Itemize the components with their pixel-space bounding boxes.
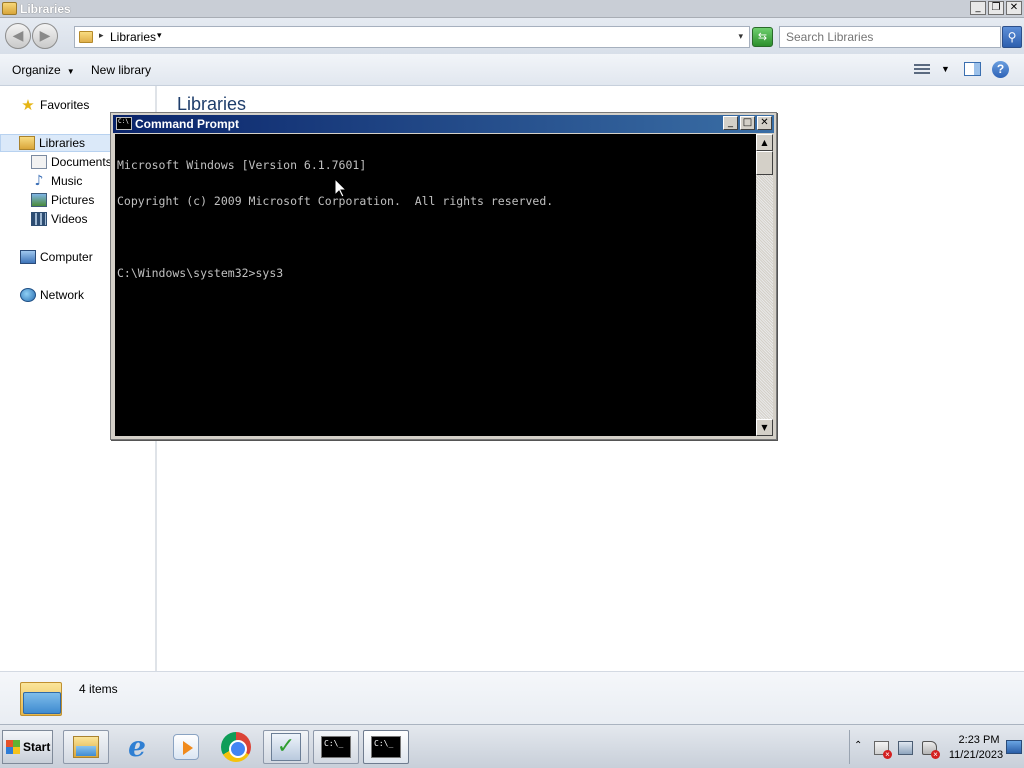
sidebar-item-label: Computer (40, 250, 93, 264)
videos-icon (31, 212, 47, 226)
windows-logo-icon (6, 740, 20, 754)
sidebar-item-network[interactable]: Network (20, 286, 84, 304)
show-desktop-icon[interactable] (1006, 740, 1022, 754)
computer-icon (20, 250, 36, 264)
taskbar: Start e ✓ C:\_ C:\_ ⌃ 2:23 PM 11/21/2023 (0, 724, 1024, 768)
search-box[interactable] (779, 26, 1001, 48)
clock-date[interactable]: 11/21/2023 (946, 749, 1006, 761)
libraries-icon (19, 136, 35, 150)
action-center-flag-icon[interactable] (874, 741, 892, 759)
sidebar-item-favorites[interactable]: ★ Favorites (20, 96, 89, 114)
item-count: 4 items (79, 682, 118, 696)
documents-icon (31, 155, 47, 169)
network-icon (20, 288, 36, 302)
address-row: ◀ ▶ ▸ Libraries ▾ ▾ ⇆ ⚲ (0, 18, 1024, 54)
sidebar-item-label: Libraries (39, 136, 86, 150)
command-prompt-icon: C:\_ (371, 736, 401, 758)
clock-time[interactable]: 2:23 PM (954, 734, 1004, 746)
organize-caret-icon: ▼ (66, 67, 75, 76)
scroll-down-button[interactable]: ▼ (756, 419, 773, 436)
console-line: Microsoft Windows [Version 6.1.7601] (117, 158, 367, 172)
back-button[interactable]: ◀ (5, 23, 31, 49)
libraries-folder-icon (2, 2, 17, 15)
media-player-icon (173, 734, 199, 760)
organize-label: Organize (12, 63, 61, 77)
command-prompt-window[interactable]: C:\ Command Prompt _ □ ✕ Microsoft Windo… (110, 112, 777, 440)
breadcrumb-separator[interactable]: ▸ (99, 30, 104, 41)
details-pane: 4 items (0, 671, 1024, 724)
explorer-window-title: Libraries (20, 2, 71, 16)
restore-button[interactable]: ❐ (988, 1, 1004, 15)
sidebar-item-label: Pictures (51, 193, 95, 207)
start-label: Start (23, 740, 51, 754)
star-icon: ★ (21, 96, 35, 114)
command-prompt-icon: C:\_ (321, 736, 351, 758)
minimize-button[interactable]: _ (970, 1, 986, 15)
explorer-titlebar: Libraries _ ❐ ✕ (0, 0, 1024, 18)
sidebar-item-computer[interactable]: Computer (20, 248, 93, 266)
command-bar: Organize ▼ New library ▼ ? (0, 54, 1024, 86)
cmd-titlebar[interactable]: C:\ Command Prompt _ □ ✕ (113, 115, 774, 133)
address-history-dropdown[interactable]: ▾ (738, 31, 743, 42)
help-icon[interactable]: ? (992, 61, 1009, 78)
scroll-up-button[interactable]: ▲ (756, 134, 773, 151)
search-icon[interactable]: ⚲ (1002, 26, 1022, 48)
sidebar-item-pictures[interactable]: Pictures (31, 191, 94, 209)
taskbar-cmd-button-2[interactable]: C:\_ (363, 730, 409, 764)
sidebar-item-label: Favorites (40, 98, 90, 112)
taskbar-chrome-button[interactable] (213, 730, 259, 764)
cmd-window-title: Command Prompt (135, 117, 240, 131)
sidebar-item-documents[interactable]: Documents (31, 153, 112, 171)
start-button[interactable]: Start (2, 730, 53, 764)
taskbar-media-player-button[interactable] (163, 730, 209, 764)
cmd-vertical-scrollbar[interactable]: ▲ ▼ (756, 134, 773, 436)
chrome-icon (221, 732, 251, 762)
breadcrumb-libraries[interactable]: Libraries (110, 30, 156, 44)
taskbar-cmd-button-1[interactable]: C:\_ (313, 730, 359, 764)
scroll-thumb[interactable] (756, 151, 773, 175)
cmd-close-button[interactable]: ✕ (757, 116, 772, 130)
sidebar-item-label: Documents (51, 155, 112, 169)
libraries-large-icon (20, 678, 64, 718)
network-status-icon[interactable] (898, 741, 913, 755)
system-tray: ⌃ 2:23 PM 11/21/2023 (849, 730, 1024, 764)
taskbar-explorer-button[interactable] (63, 730, 109, 764)
taskbar-checklist-app-button[interactable]: ✓ (263, 730, 309, 764)
windows-explorer-icon (73, 736, 99, 758)
view-options-dropdown[interactable]: ▼ (941, 64, 950, 74)
show-hidden-icons-button[interactable]: ⌃ (854, 740, 862, 751)
checkmark-app-icon: ✓ (271, 733, 301, 761)
search-input[interactable] (780, 27, 1000, 47)
volume-muted-icon[interactable] (922, 741, 940, 759)
sidebar-item-label: Videos (51, 212, 88, 226)
refresh-button[interactable]: ⇆ (752, 27, 773, 47)
breadcrumb-arrow-icon[interactable]: ▾ (157, 30, 162, 41)
internet-explorer-icon: e (128, 730, 146, 763)
new-library-button[interactable]: New library (91, 63, 151, 77)
address-bar[interactable]: ▸ Libraries ▾ ▾ (74, 26, 750, 48)
sidebar-item-videos[interactable]: Videos (31, 210, 87, 228)
taskbar-ie-button[interactable]: e (114, 730, 160, 764)
explorer-window-controls: _ ❐ ✕ (970, 1, 1022, 15)
sidebar-item-label: Network (40, 288, 85, 302)
console-line: Copyright (c) 2009 Microsoft Corporation… (117, 194, 554, 208)
preview-pane-icon[interactable] (964, 62, 981, 76)
organize-button[interactable]: Organize ▼ (12, 63, 75, 77)
forward-button[interactable]: ▶ (32, 23, 58, 49)
cmd-maximize-button[interactable]: □ (740, 116, 755, 130)
change-view-icon[interactable] (914, 62, 930, 76)
cmd-minimize-button[interactable]: _ (723, 116, 738, 130)
close-button[interactable]: ✕ (1006, 1, 1022, 15)
music-note-icon: ♪ (34, 173, 44, 189)
cmd-window-controls: _ □ ✕ (723, 116, 772, 130)
console-output[interactable]: Microsoft Windows [Version 6.1.7601] Cop… (115, 134, 756, 436)
libraries-icon (79, 31, 93, 43)
sidebar-item-music[interactable]: ♪ Music (31, 172, 83, 190)
console-prompt-line[interactable]: C:\Windows\system32>sys3 (117, 267, 754, 279)
sidebar-item-label: Music (51, 174, 83, 188)
command-prompt-icon: C:\ (116, 117, 132, 130)
pictures-icon (31, 193, 47, 207)
